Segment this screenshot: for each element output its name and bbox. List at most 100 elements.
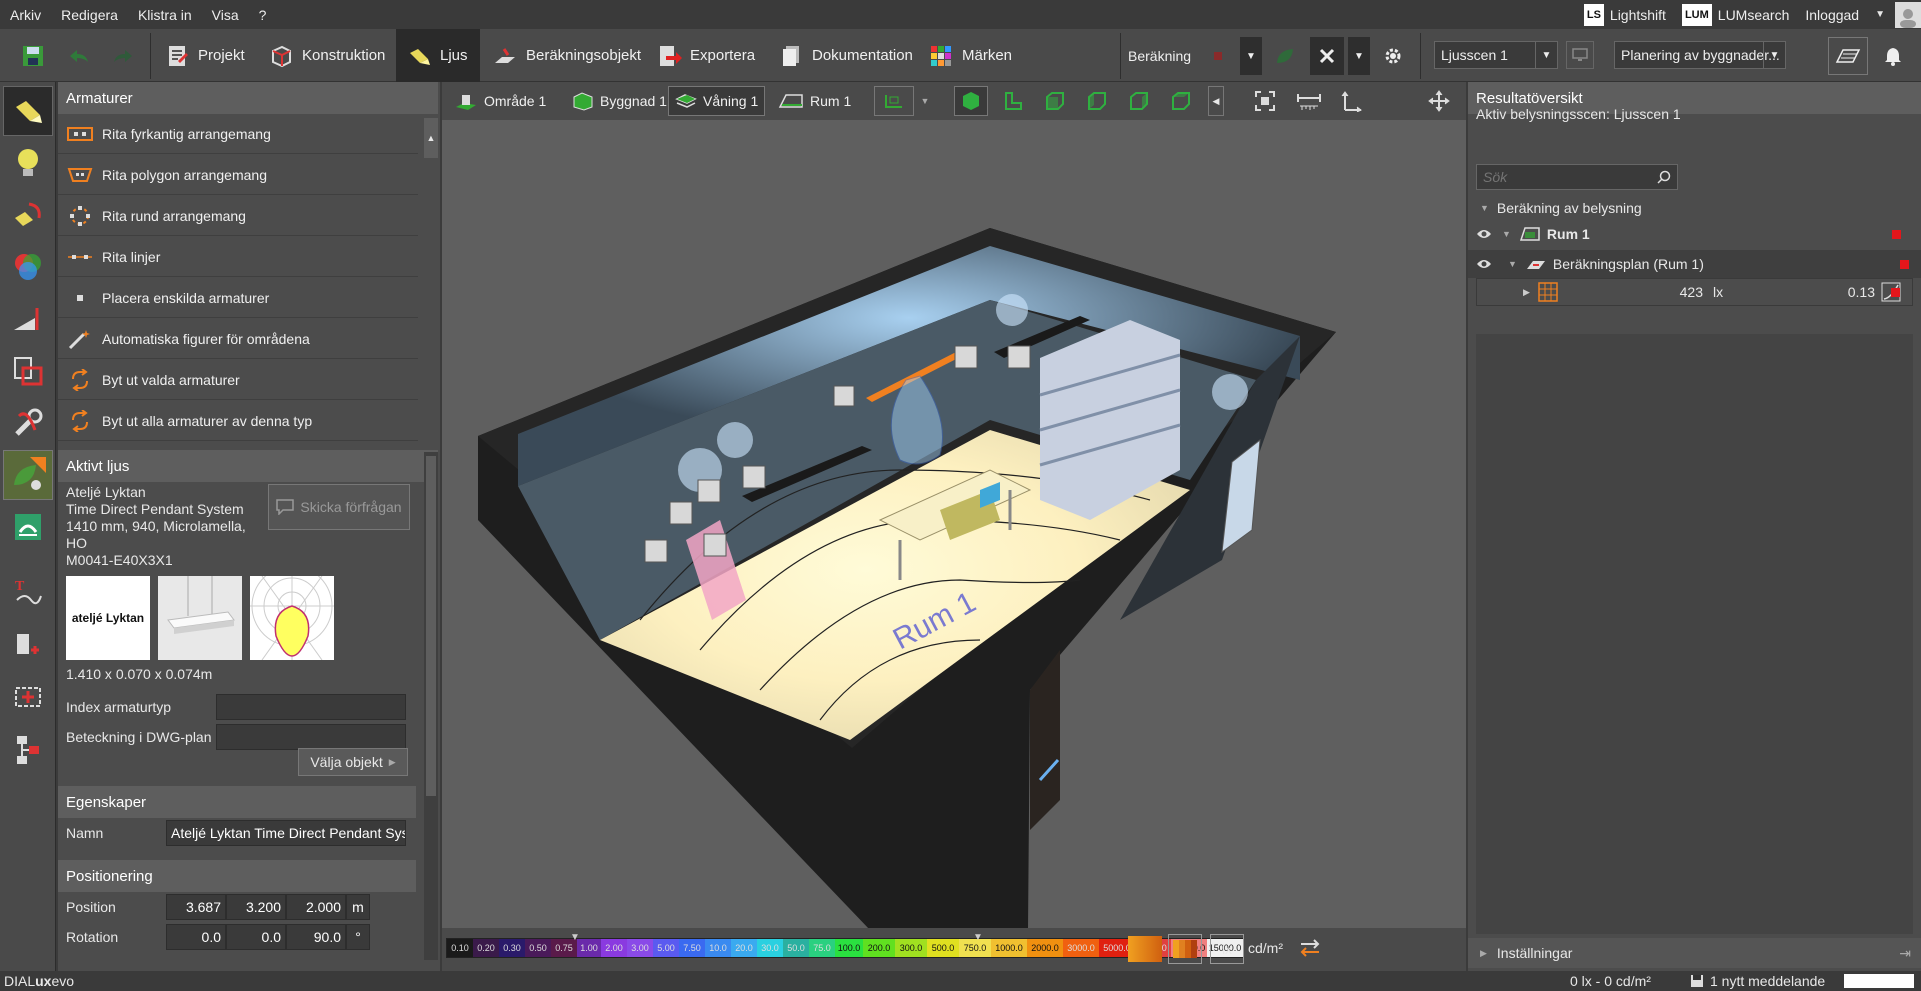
tab-projekt[interactable]: Projekt (164, 29, 245, 82)
calc-start-button[interactable] (1206, 29, 1232, 82)
panel-scrollbar[interactable] (424, 452, 438, 960)
tool-polygon-arrangement[interactable]: Rita polygon arrangemang (58, 155, 418, 195)
zoom-extents-button[interactable] (1248, 86, 1282, 116)
breadcrumb-rum[interactable]: Rum 1 (772, 86, 857, 116)
plan-view-button[interactable] (1828, 37, 1868, 75)
pan-button[interactable] (1422, 86, 1456, 116)
breadcrumb-omrade[interactable]: Område 1 (448, 86, 552, 116)
menu-visa[interactable]: Visa (202, 7, 249, 23)
tree-item-plane[interactable]: ▼ Beräkningsplan (Rum 1) (1468, 250, 1921, 278)
measure-button[interactable] (1292, 86, 1326, 116)
lumsearch-link[interactable]: LUMsearch (1718, 7, 1790, 23)
user-menu[interactable]: Inloggad (1805, 7, 1859, 23)
sidebar-tools[interactable] (3, 398, 53, 448)
sidebar-energy-new[interactable] (3, 450, 53, 500)
sidebar-daylight[interactable] (3, 294, 53, 344)
lumsearch-badge[interactable]: LUM (1681, 3, 1712, 26)
notifications-button[interactable] (1884, 29, 1902, 82)
tool-rect-arrangement[interactable]: Rita fyrkantig arrangemang (58, 114, 418, 154)
sidebar-aiming[interactable] (3, 190, 53, 240)
coordinates-button[interactable] (1334, 86, 1368, 116)
plan-mode-dropdown[interactable]: ▼ (916, 86, 934, 116)
view-right-button[interactable] (1122, 86, 1156, 116)
chevron-down-icon[interactable]: ▼ (1875, 9, 1885, 20)
eye-icon[interactable] (1476, 228, 1492, 240)
color-mode-stepped[interactable] (1168, 934, 1202, 964)
swap-scale-button[interactable] (1298, 936, 1322, 963)
sidebar-lamps[interactable] (3, 138, 53, 188)
menu-help[interactable]: ? (249, 7, 277, 23)
eye-icon[interactable] (1476, 258, 1492, 270)
3d-viewport[interactable]: Rum 1 (442, 120, 1466, 928)
cancel-options-dropdown[interactable]: ▼ (1348, 37, 1370, 75)
tool-auto-figures[interactable]: Automatiska figurer för områdena (58, 319, 418, 359)
lightshift-badge[interactable]: LS (1583, 3, 1604, 26)
save-button[interactable] (20, 29, 46, 82)
namn-input[interactable]: Ateljé Lyktan Time Direct Pendant Syst (166, 820, 406, 846)
rotation-x-input[interactable]: 0.0 (166, 924, 226, 950)
scale-max-handle[interactable]: ▼ (973, 932, 983, 943)
position-z-input[interactable]: 2.000 (286, 894, 346, 920)
tool-replace-all-type[interactable]: Byt ut alla armaturer av denna typ (58, 401, 418, 441)
menu-arkiv[interactable]: Arkiv (0, 7, 51, 23)
avatar[interactable] (1895, 1, 1921, 28)
lightshift-link[interactable]: Lightshift (1610, 7, 1666, 23)
select-object-button[interactable]: Välja objekt ▶ (298, 748, 408, 776)
plan-mode-button[interactable] (874, 86, 914, 116)
tab-exportera[interactable]: Exportera (656, 29, 755, 82)
position-y-input[interactable]: 3.200 (226, 894, 286, 920)
color-mode-continuous[interactable] (1128, 936, 1162, 962)
send-request-button[interactable]: Skicka förfrågan (268, 484, 410, 530)
ldc-diagram[interactable] (250, 565, 334, 661)
view-top-button[interactable] (996, 86, 1030, 116)
pin-icon[interactable]: ⇥ (1899, 945, 1911, 962)
tool-round-arrangement[interactable]: Rita rund arrangemang (58, 196, 418, 236)
tab-dokumentation[interactable]: Dokumentation (778, 29, 913, 82)
unit-cdm2-button[interactable]: cd/m² (1248, 940, 1283, 956)
panel-scrollbar-thumb[interactable] (426, 456, 436, 796)
view-front-button[interactable] (1038, 86, 1072, 116)
menu-redigera[interactable]: Redigera (51, 7, 128, 23)
tree-section-berakning[interactable]: ▼ Beräkning av belysning (1476, 194, 1913, 222)
sidebar-add-zone[interactable] (3, 672, 53, 722)
scale-bar[interactable]: 0.10 0.20 0.30 0.50 0.75 1.00 2.00 3.00 5.00 7.50… (446, 938, 1244, 958)
cancel-calc-button[interactable] (1310, 37, 1344, 75)
tool-replace-selected[interactable]: Byt ut valda armaturer (58, 360, 418, 400)
scale-min-handle[interactable]: ▼ (570, 932, 580, 943)
tool-place-single[interactable]: Placera enskilda armaturer (58, 278, 418, 318)
sidebar-hierarchy[interactable] (3, 724, 53, 774)
settings-section[interactable]: ▶ Inställningar ⇥ (1468, 938, 1921, 968)
search-input[interactable] (1483, 169, 1643, 185)
view-3d-button[interactable] (954, 86, 988, 116)
view-collapse-button[interactable]: ◀ (1208, 86, 1224, 116)
unit-lx-button[interactable]: lx (1210, 934, 1244, 964)
dwg-input[interactable] (216, 724, 406, 750)
rotation-z-input[interactable]: 90.0 (286, 924, 346, 950)
sidebar-luminaires[interactable] (3, 86, 53, 136)
sidebar-room-surfaces[interactable] (3, 346, 53, 396)
redo-button[interactable] (110, 29, 136, 82)
calc-leaf-button[interactable] (1272, 29, 1298, 82)
result-row-illuminance[interactable]: ▶ 423 lx 0.13 (1476, 278, 1913, 306)
expand-triangle-icon[interactable]: ▼ (1502, 229, 1511, 239)
calc-options-dropdown[interactable]: ▼ (1240, 37, 1262, 75)
rotation-y-input[interactable]: 0.0 (226, 924, 286, 950)
tab-marken[interactable]: Märken (928, 29, 1012, 82)
messages-indicator[interactable]: 1 nytt meddelande (1690, 973, 1825, 989)
sidebar-annotation[interactable]: T (3, 566, 53, 616)
expand-triangle-icon[interactable]: ▼ (1480, 203, 1489, 213)
breadcrumb-byggnad[interactable]: Byggnad 1 (566, 86, 673, 116)
sidebar-color[interactable] (3, 242, 53, 292)
view-left-button[interactable] (1080, 86, 1114, 116)
expand-triangle-icon[interactable]: ▶ (1523, 287, 1530, 298)
undo-button[interactable] (66, 29, 92, 82)
sidebar-scenes[interactable] (3, 502, 53, 552)
view-back-button[interactable] (1164, 86, 1198, 116)
settings-button[interactable] (1383, 29, 1403, 82)
position-x-input[interactable]: 3.687 (166, 894, 226, 920)
tab-konstruktion[interactable]: Konstruktion (268, 29, 385, 82)
sidebar-insert-object[interactable] (3, 618, 53, 668)
tab-ljus[interactable]: Ljus (396, 29, 480, 82)
tab-berakningsobjekt[interactable]: Beräkningsobjekt (492, 29, 641, 82)
expand-triangle-icon[interactable]: ▼ (1508, 259, 1517, 269)
